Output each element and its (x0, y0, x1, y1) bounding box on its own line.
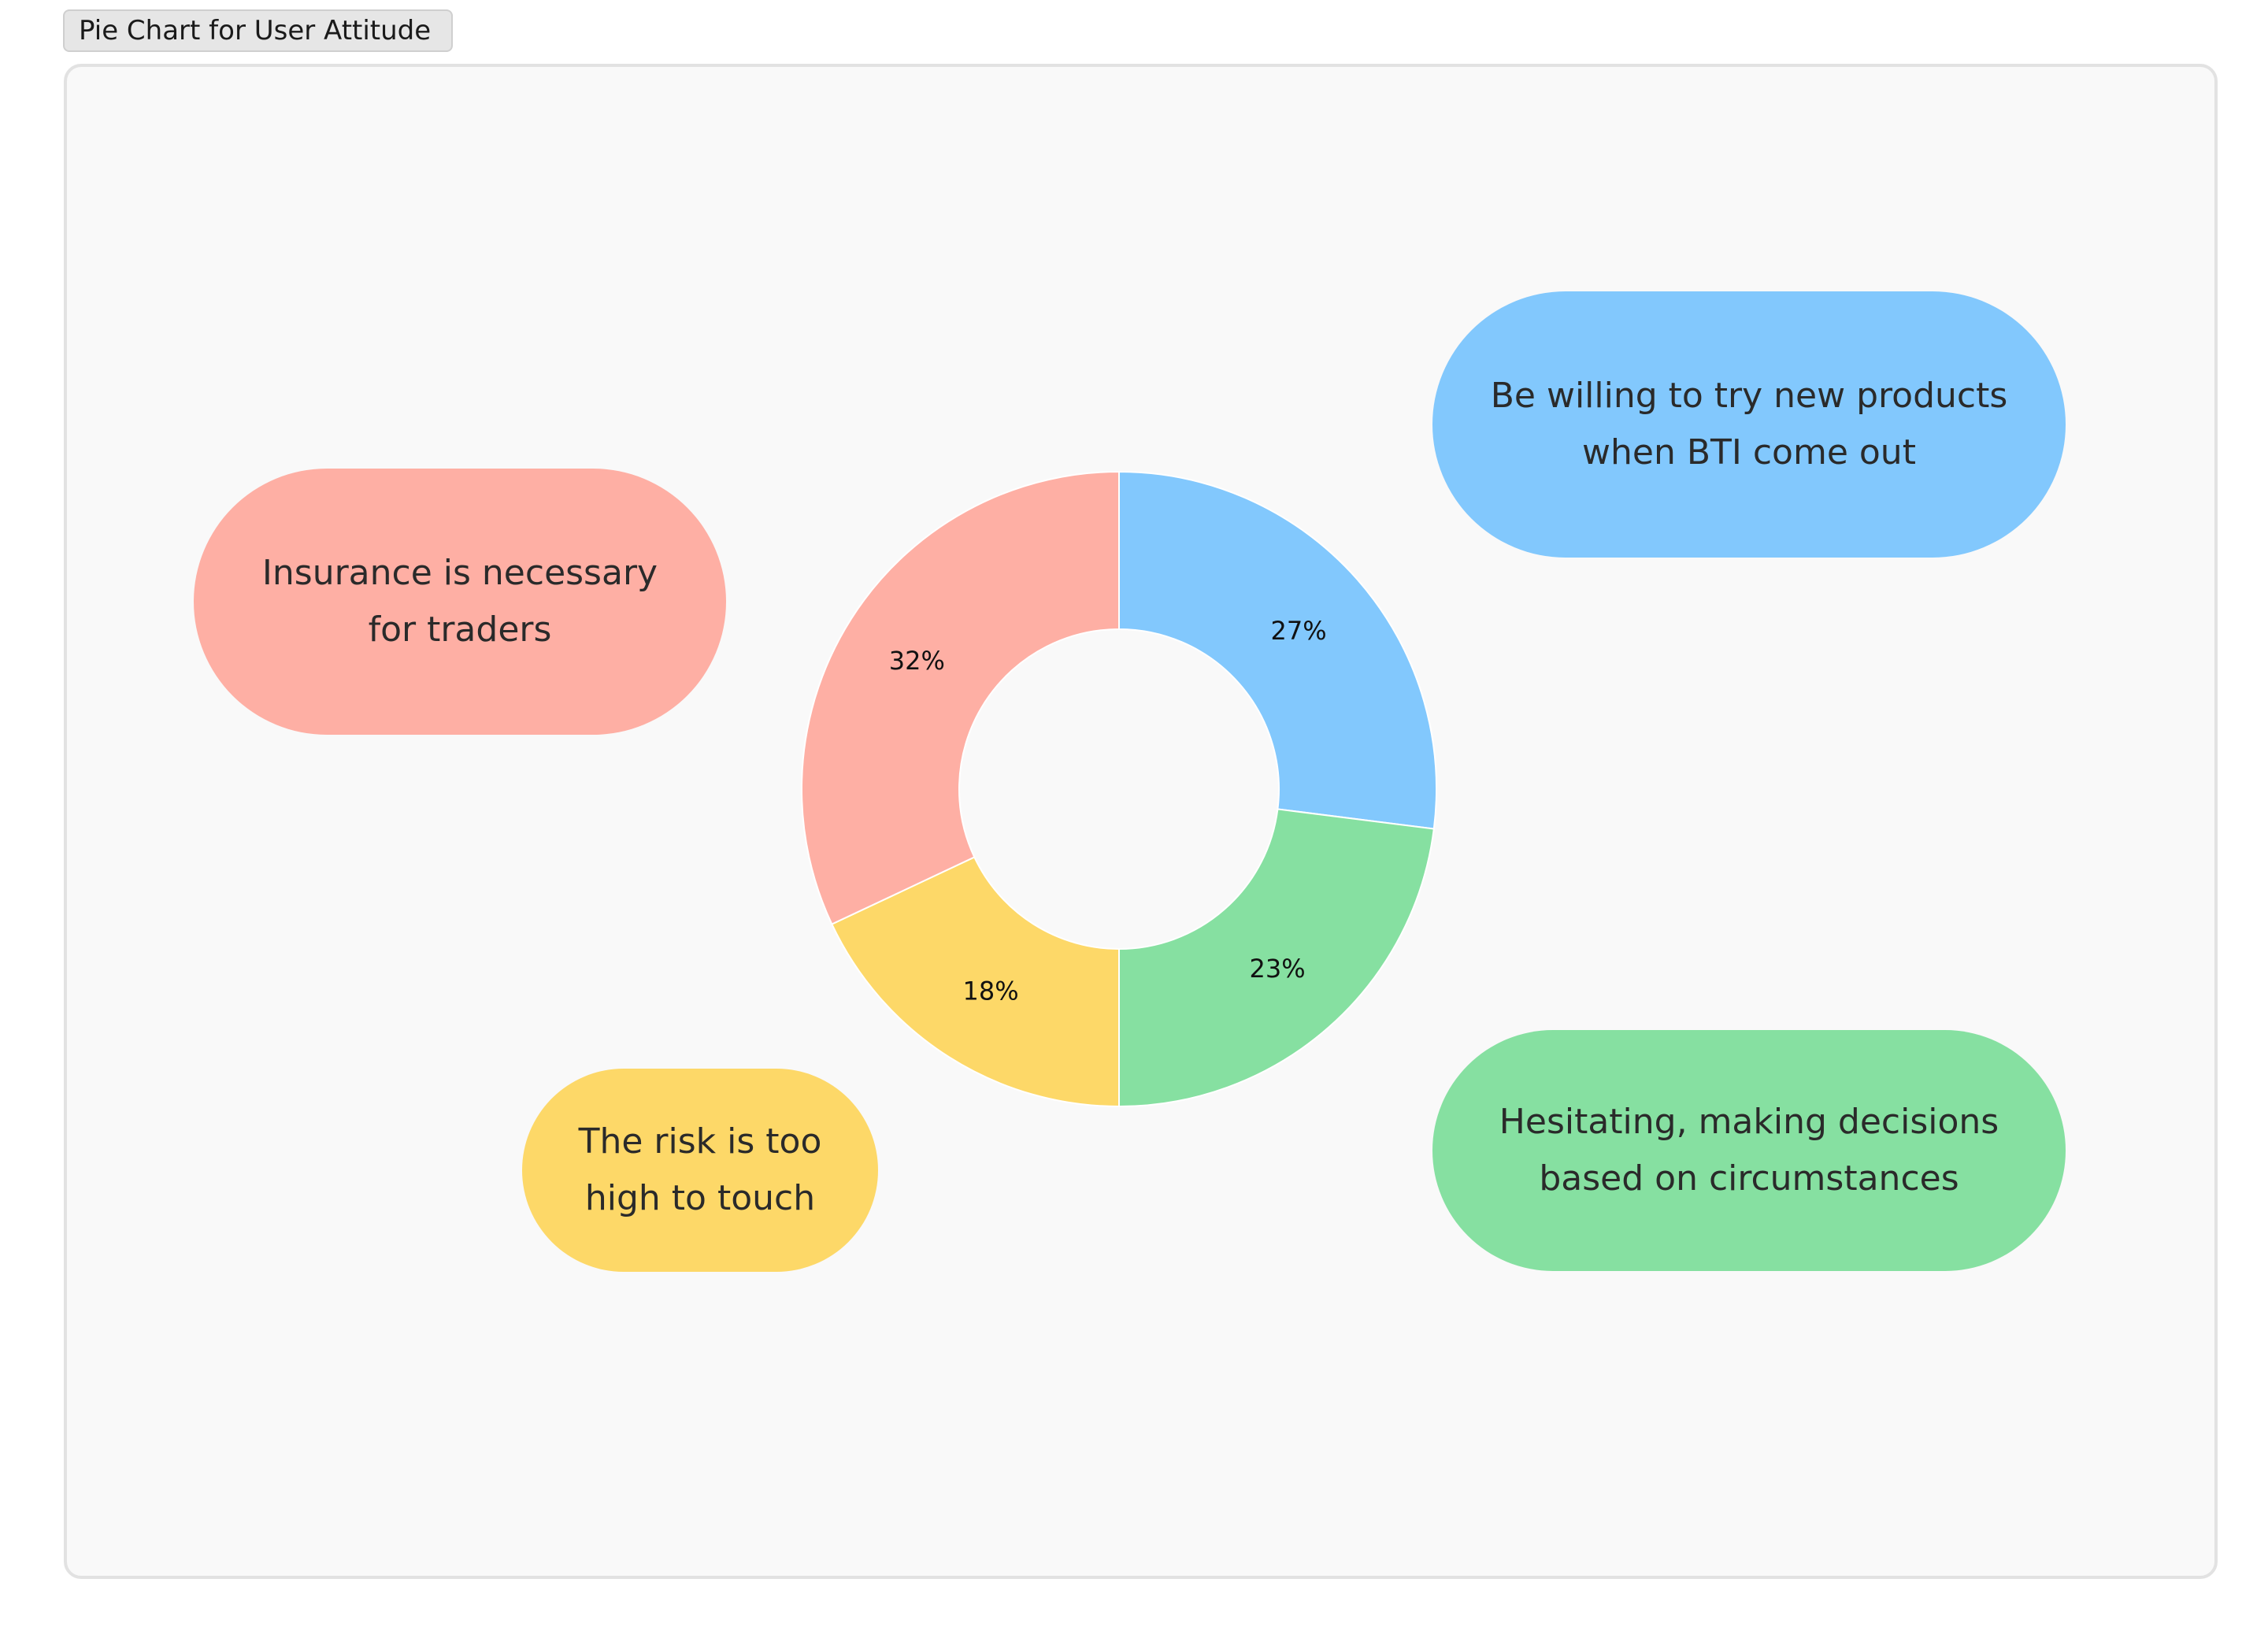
callout-yellow-line1: The risk is too (578, 1121, 822, 1162)
pie-slice (1118, 470, 1437, 830)
slice-label: 32% (889, 646, 945, 676)
slice-label: 23% (1249, 954, 1305, 984)
callout-green-line2: based on circumstances (1539, 1158, 1959, 1199)
callout-blue-line2: when BTI come out (1582, 432, 1916, 472)
chart-canvas: 27% 23% 18% 32% Be willing to try new produ… (64, 64, 2218, 1579)
callout-red-line1: Insurance is necessary (261, 553, 658, 593)
callout-insurance-necessary: Insurance is necessary for traders (194, 469, 726, 735)
slice-label: 18% (963, 976, 1019, 1006)
pie-slice (801, 470, 1120, 925)
callout-yellow-line2: high to touch (584, 1178, 816, 1218)
callout-blue-line1: Be willing to try new products (1490, 376, 2008, 416)
callout-green-line1: Hesitating, making decisions (1499, 1102, 1999, 1142)
callout-risk-too-high: The risk is too high to touch (522, 1069, 878, 1272)
callout-hesitating: Hesitating, making decisions based on ci… (1432, 1030, 2066, 1271)
frame-title-tab[interactable]: Pie Chart for User Attitude (63, 9, 454, 52)
callout-try-new-products: Be willing to try new products when BTI … (1432, 291, 2066, 558)
slice-label: 27% (1270, 616, 1326, 646)
callout-red-line2: for traders (368, 610, 552, 650)
